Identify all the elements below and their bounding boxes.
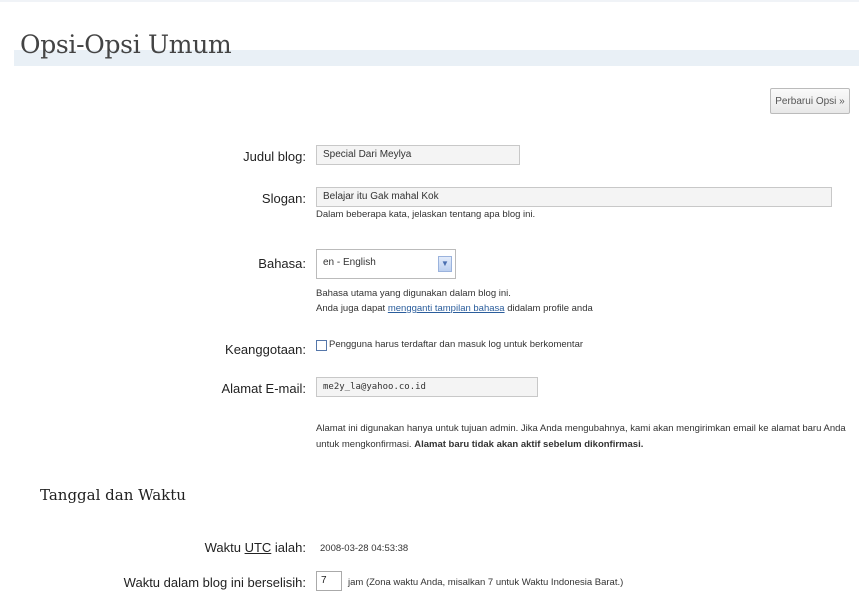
datetime-section-title: Tanggal dan Waktu [40,486,186,504]
chevron-down-icon[interactable]: ▼ [438,256,452,272]
utc-abbr: UTC [244,540,272,555]
tagline-label: Slogan: [261,191,306,206]
update-options-button[interactable]: Perbarui Opsi » [770,88,850,114]
offset-help: jam (Zona waktu Anda, misalkan 7 untuk W… [348,577,624,588]
language-selected-value: en - English [323,257,376,268]
offset-label: Waktu dalam blog ini berselisih: [123,575,306,590]
language-help-2: Anda juga dapat mengganti tampilan bahas… [316,301,593,316]
language-label: Bahasa: [258,256,306,271]
email-help-text: untuk mengkonfirmasi. [316,439,415,450]
language-select[interactable]: en - English ▼ [316,249,456,279]
tagline-input[interactable]: Belajar itu Gak mahal Kok [316,187,832,207]
membership-label: Keanggotaan: [225,342,306,357]
utc-time-value: 2008-03-28 04:53:38 [320,543,409,554]
membership-checkbox-label[interactable]: Pengguna harus terdaftar dan masuk log u… [329,337,583,352]
change-language-link[interactable]: mengganti tampilan bahasa [388,303,505,314]
email-input[interactable]: me2y_la@yahoo.co.id [316,377,538,397]
top-border [0,0,859,2]
page-title: Opsi-Opsi Umum [20,30,232,59]
language-help-text-end: didalam profile anda [504,303,593,314]
email-help-2: untuk mengkonfirmasi. Alamat baru tidak … [316,437,643,452]
email-help-1: Alamat ini digunakan hanya untuk tujuan … [316,423,846,434]
email-label: Alamat E-mail: [221,381,306,396]
utc-label: Waktu UTC ialah: [205,540,306,555]
email-help-bold: Alamat baru tidak akan aktif sebelum dik… [414,439,644,450]
tagline-help: Dalam beberapa kata, jelaskan tentang ap… [316,209,536,220]
utc-label-pre: Waktu [204,540,245,555]
language-help-text: Anda juga dapat [316,303,388,314]
blog-title-input[interactable]: Special Dari Meylya [316,145,520,165]
gmt-offset-input[interactable]: 7 [316,571,342,591]
blog-title-label: Judul blog: [243,149,306,164]
language-help-1: Bahasa utama yang digunakan dalam blog i… [316,288,511,299]
membership-checkbox[interactable] [316,340,327,351]
utc-label-post: ialah: [271,540,306,555]
